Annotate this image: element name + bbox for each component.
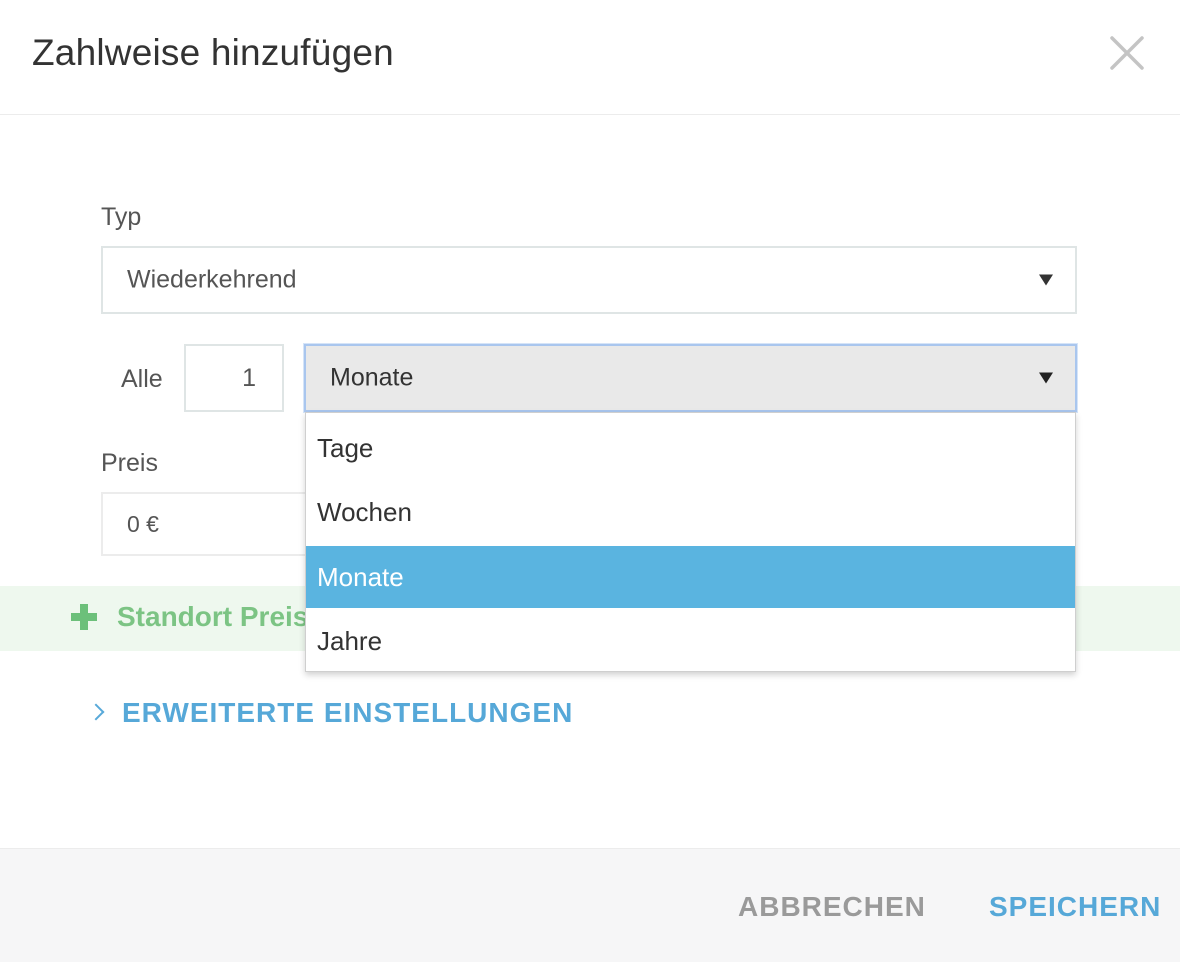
type-select[interactable]: Wiederkehrend (101, 246, 1077, 314)
caret-down-icon (1039, 274, 1053, 286)
dialog-title: Zahlweise hinzufügen (32, 32, 394, 73)
dialog-header: Zahlweise hinzufügen (0, 0, 1180, 115)
add-payment-method-dialog: Zahlweise hinzufügen Typ Wiederkehrend A… (0, 0, 1180, 962)
cancel-button[interactable]: ABBRECHEN (738, 891, 926, 923)
unit-select-value: Monate (330, 363, 414, 392)
close-icon[interactable] (1106, 32, 1148, 74)
unit-option-monate[interactable]: Monate (306, 546, 1075, 608)
chevron-right-icon (87, 703, 105, 721)
plus-icon (71, 604, 97, 630)
advanced-settings-label: ERWEITERTE EINSTELLUNGEN (122, 697, 574, 728)
type-select-value: Wiederkehrend (127, 265, 297, 294)
interval-input[interactable]: 1 (184, 344, 284, 412)
price-label: Preis (101, 449, 158, 477)
caret-down-icon (1039, 372, 1053, 384)
type-label: Typ (101, 203, 142, 231)
unit-option-tage[interactable]: Tage (306, 417, 1075, 479)
unit-dropdown-menu: Tage Wochen Monate Jahre (305, 412, 1076, 672)
unit-option-jahre[interactable]: Jahre (306, 610, 1075, 672)
unit-select[interactable]: Monate (304, 344, 1077, 412)
add-location-price-label[interactable]: Standort Preis (117, 601, 308, 633)
unit-option-wochen[interactable]: Wochen (306, 481, 1075, 543)
save-button[interactable]: SPEICHERN (989, 891, 1161, 923)
interval-label: Alle (121, 365, 163, 393)
